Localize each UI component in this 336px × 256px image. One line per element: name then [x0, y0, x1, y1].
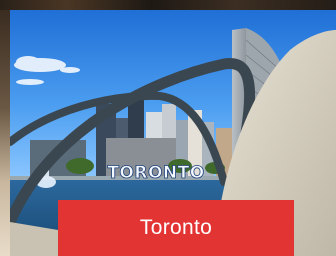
left-photo-edge: [0, 10, 10, 256]
city-card[interactable]: TORONTO Toronto: [0, 0, 336, 256]
toronto-sign: TORONTO: [107, 163, 205, 184]
toronto-sign-text: TORONTO: [107, 163, 204, 183]
city-title: Toronto: [139, 216, 213, 239]
title-band[interactable]: Toronto: [58, 200, 294, 256]
top-photo-strip: [0, 0, 336, 10]
